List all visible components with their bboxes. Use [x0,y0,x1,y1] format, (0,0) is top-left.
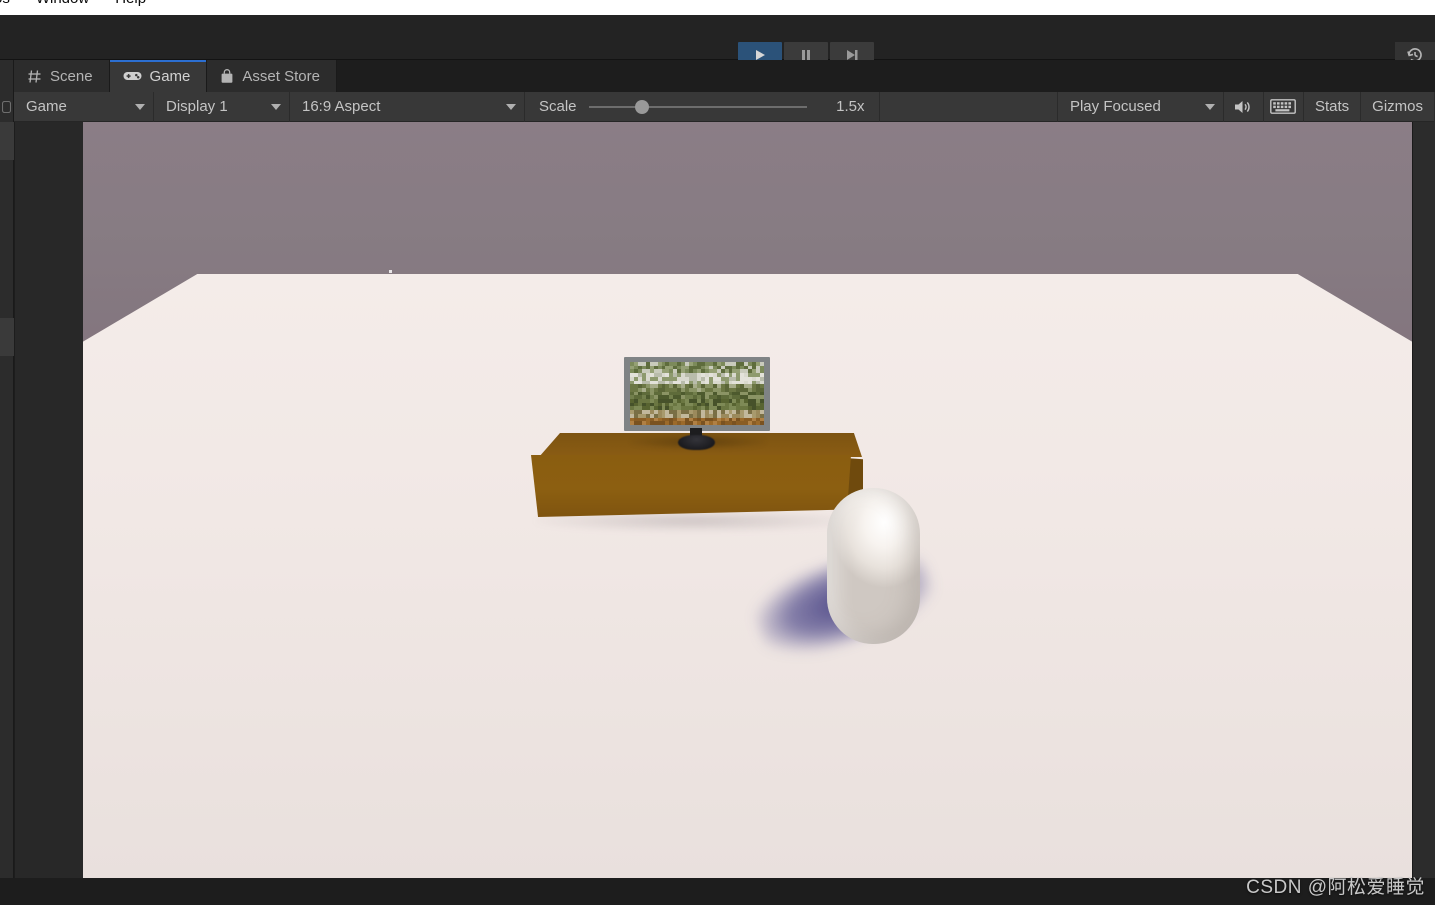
scale-slider-track [588,105,807,108]
chevron-down-icon [1204,103,1215,110]
menu-item-help[interactable]: Help [115,0,146,7]
keyboard-icon [1270,99,1297,114]
tv-bezel [624,357,770,431]
game-render-surface[interactable] [83,122,1412,878]
dock-left-edge [0,60,14,92]
aspect-ratio-dropdown[interactable]: 16:9 Aspect [290,91,525,122]
scale-slider-handle[interactable] [634,99,649,114]
player-capsule [827,488,920,644]
panel-tab-strip: Scene Game Asset Store [0,60,1435,92]
aspect-ratio-label: 16:9 Aspect [302,98,381,115]
television [624,357,770,450]
scale-label: Scale [539,98,577,115]
tab-asset-store[interactable]: Asset Store [207,60,337,92]
tab-game[interactable]: Game [109,60,208,92]
gizmos-button[interactable]: Gizmos [1361,91,1435,122]
tab-scene[interactable]: Scene [14,60,110,92]
view-mode-label: Game [26,98,67,115]
sky-star [389,270,392,273]
display-label: Display 1 [166,98,228,115]
game-view-toolbar: Game Display 1 16:9 Aspect Scale 1.5x Pl… [0,91,1435,122]
play-mode-dropdown[interactable]: Play Focused [1058,91,1224,122]
tv-screen [630,362,764,425]
dock-handle-top[interactable] [0,122,14,160]
panel-menu-icon[interactable] [2,100,11,113]
chevron-down-icon [271,103,281,110]
chevron-down-icon [135,103,145,110]
tab-asset-store-label: Asset Store [242,67,320,85]
os-menu-bar: os Window Help [0,0,1435,15]
display-dropdown[interactable]: Display 1 [154,91,290,122]
mute-audio-button[interactable] [1224,91,1264,122]
menu-item-os[interactable]: os [0,0,10,7]
left-dock-rail [0,122,14,878]
toolbar-left-edge [0,91,14,122]
scale-control: Scale 1.5x [525,91,880,122]
watermark-text: CSDN @阿松爱睡觉 [1246,877,1425,898]
grid-icon [27,69,42,84]
scale-slider[interactable] [588,97,807,117]
unity-editor-window: os Window Help [0,0,1435,905]
stats-toggle-button[interactable] [1264,91,1304,122]
game-view-container[interactable] [15,122,1435,878]
chevron-down-icon [506,103,516,110]
gamepad-icon [123,69,142,83]
menu-item-window[interactable]: Window [36,0,89,7]
unity-main-toolbar [0,15,1435,68]
cabinet-front-face [531,455,851,517]
tv-stand-base [678,435,715,450]
view-mode-dropdown[interactable]: Game [14,91,154,122]
stats-button[interactable]: Stats [1304,91,1362,122]
right-dock-rail [1412,122,1435,878]
dock-handle-bottom[interactable] [0,318,14,356]
toolbar-spacer [880,91,1058,122]
scale-value: 1.5x [836,98,865,115]
play-mode-label: Play Focused [1069,98,1161,115]
tab-game-label: Game [149,67,191,85]
shopping-bag-icon [220,68,234,84]
tv-screen-pixel [760,421,764,425]
tab-scene-label: Scene [50,67,93,85]
speaker-icon [1235,100,1251,113]
bottom-panel-strip [0,878,1435,905]
